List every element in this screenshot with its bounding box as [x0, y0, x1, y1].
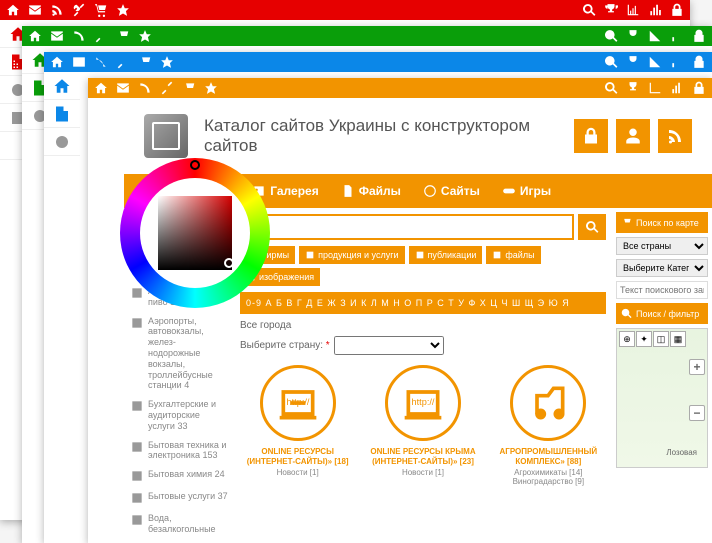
cart-icon[interactable] — [138, 55, 152, 69]
category-item[interactable]: Вода, безалкогольные — [128, 509, 230, 539]
stats-icon[interactable] — [648, 81, 662, 95]
cart-icon[interactable] — [116, 29, 130, 43]
star-icon[interactable] — [160, 55, 174, 69]
bars-icon[interactable] — [670, 29, 684, 43]
nav-games[interactable]: Игры — [494, 180, 559, 202]
search-icon[interactable] — [604, 55, 618, 69]
rss-button[interactable] — [658, 119, 692, 153]
side-icons-blue — [44, 72, 80, 156]
page-title: Каталог сайтов Украины с конструктором с… — [204, 116, 558, 156]
category-select[interactable]: Выберите Категорию — [616, 259, 708, 277]
map-search-header[interactable]: Поиск по карте — [616, 212, 708, 233]
star-icon[interactable] — [204, 81, 218, 95]
search-input[interactable] — [240, 214, 574, 240]
color-square[interactable] — [158, 196, 232, 270]
star-icon[interactable] — [116, 3, 130, 17]
topbar-blue — [44, 52, 712, 72]
country-dropdown[interactable] — [334, 336, 444, 355]
cart-icon[interactable] — [94, 3, 108, 17]
rss-icon[interactable] — [94, 55, 108, 69]
category-cards: http://ONLINE РЕСУРСЫ (ИНТЕРНЕТ-САЙТЫ)» … — [240, 365, 606, 486]
tools-icon[interactable] — [160, 81, 174, 95]
category-item[interactable]: Бухгалтерские и аудиторские услуги 33 — [128, 395, 230, 435]
home-icon[interactable] — [94, 81, 108, 95]
tools-icon[interactable] — [116, 55, 130, 69]
stats-icon[interactable] — [648, 29, 662, 43]
color-picker[interactable] — [120, 158, 270, 308]
alphabet-filter[interactable]: 0-9 А Б В Г Д Е Ж З И К Л М Н О П Р С Т … — [240, 292, 606, 314]
svg-text:http://: http:// — [286, 397, 309, 407]
filter-tab[interactable]: продукция и услуги — [299, 246, 404, 264]
mail-icon[interactable] — [72, 55, 86, 69]
filter-tab[interactable]: публикации — [409, 246, 483, 264]
lock-button[interactable] — [574, 119, 608, 153]
main-column: фирмыпродукция и услугипубликациифайлыиз… — [234, 208, 612, 543]
mail-icon[interactable] — [50, 29, 64, 43]
home-icon[interactable] — [28, 29, 42, 43]
filter-tab[interactable]: файлы — [486, 246, 540, 264]
trophy-icon[interactable] — [626, 55, 640, 69]
nav-files[interactable]: Файлы — [333, 180, 409, 202]
category-card[interactable]: АГРОПРОМЫШЛЕННЫЙ КОМПЛЕКС» [88] Агрохими… — [491, 365, 606, 486]
right-sidebar: Поиск по карте Все страны Выберите Катег… — [612, 208, 712, 543]
ring-handle[interactable] — [190, 160, 200, 170]
bars-icon[interactable] — [670, 81, 684, 95]
tools-icon[interactable] — [94, 29, 108, 43]
cart-icon[interactable] — [182, 81, 196, 95]
stats-icon[interactable] — [648, 55, 662, 69]
home-icon[interactable] — [50, 55, 64, 69]
topbar-red — [0, 0, 690, 20]
bars-icon[interactable] — [670, 55, 684, 69]
category-item[interactable]: Аэропорты, автовокзалы, желез-нодорожные… — [128, 312, 230, 396]
star-icon[interactable] — [138, 29, 152, 43]
map-tools[interactable]: ⊕✦◫▦ — [619, 331, 686, 347]
bars-icon[interactable] — [648, 3, 662, 17]
rss-icon[interactable] — [72, 29, 86, 43]
category-card[interactable]: http://ONLINE РЕСУРСЫ КРЫМА (ИНТЕРНЕТ-СА… — [365, 365, 480, 486]
right-search-input[interactable] — [616, 281, 708, 299]
lock-icon[interactable] — [692, 29, 706, 43]
lock-icon[interactable] — [670, 3, 684, 17]
rss-icon[interactable] — [138, 81, 152, 95]
search-icon[interactable] — [604, 29, 618, 43]
building-icon[interactable] — [53, 105, 71, 123]
topbar-orange — [88, 78, 712, 98]
lock-icon[interactable] — [692, 55, 706, 69]
category-item[interactable]: Бытовая техника и электроника 153 — [128, 436, 230, 466]
breadcrumb: Все города — [240, 320, 606, 331]
category-item[interactable]: Бытовая химия 24 — [128, 465, 230, 487]
trophy-icon[interactable] — [604, 3, 618, 17]
search-button[interactable] — [578, 214, 606, 240]
topbar-green — [22, 26, 712, 46]
region-select[interactable]: Все страны — [616, 237, 708, 255]
stats-icon[interactable] — [626, 3, 640, 17]
country-selector: Выберите страну: * — [240, 335, 606, 355]
filter-button[interactable]: Поиск / фильтр — [616, 303, 708, 324]
category-card[interactable]: http://ONLINE РЕСУРСЫ (ИНТЕРНЕТ-САЙТЫ)» … — [240, 365, 355, 486]
map-label: Лозовая — [666, 448, 697, 457]
map-zoom[interactable]: +− — [689, 359, 705, 421]
search-icon[interactable] — [604, 81, 618, 95]
mail-icon[interactable] — [28, 3, 42, 17]
trophy-icon[interactable] — [626, 81, 640, 95]
mail-icon[interactable] — [116, 81, 130, 95]
square-handle[interactable] — [224, 258, 234, 268]
home-icon[interactable] — [53, 77, 71, 95]
user-button[interactable] — [616, 119, 650, 153]
svg-text:http://: http:// — [412, 397, 435, 407]
home-icon[interactable] — [6, 3, 20, 17]
nav-sites[interactable]: Сайты — [415, 180, 488, 202]
site-logo[interactable] — [144, 114, 188, 158]
lock-icon[interactable] — [692, 81, 706, 95]
search-icon[interactable] — [582, 3, 596, 17]
map-widget[interactable]: ⊕✦◫▦ +− Лозовая — [616, 328, 708, 468]
rss-icon[interactable] — [50, 3, 64, 17]
filter-tabs: фирмыпродукция и услугипубликациифайлыиз… — [240, 246, 606, 286]
tools-icon[interactable] — [72, 3, 86, 17]
trophy-icon[interactable] — [626, 29, 640, 43]
category-item[interactable]: Бытовые услуги 37 — [128, 487, 230, 509]
